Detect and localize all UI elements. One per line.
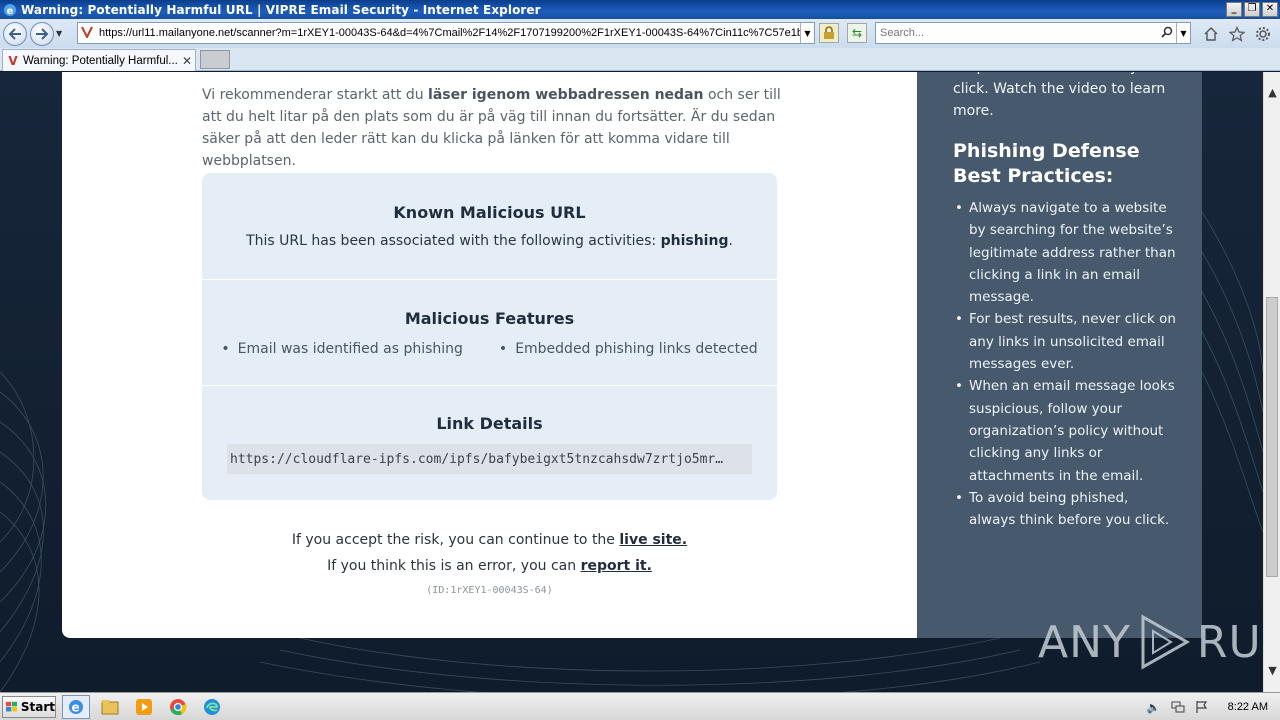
known-desc-text: This URL has been associated with the fo…: [246, 233, 661, 249]
minimize-button[interactable]: _: [1226, 2, 1242, 17]
feature-item: Embedded phishing links detected: [499, 341, 757, 357]
link-details-title: Link Details: [436, 414, 543, 433]
section-divider: [202, 385, 777, 386]
back-arrow-icon: [8, 27, 21, 40]
tab-label: Warning: Potentially Harmful...: [23, 54, 178, 67]
address-bar[interactable]: https://url11.mailanyone.net/scanner?m=1…: [77, 22, 815, 44]
internet-explorer-icon: e: [2, 2, 18, 18]
search-icon[interactable]: [1158, 26, 1176, 41]
address-dropdown-icon[interactable]: ▼: [800, 23, 814, 43]
window-title-bar: e Warning: Potentially Harmful URL | VIP…: [0, 0, 1280, 19]
watermark-right-text: RUN: [1196, 616, 1263, 668]
accept-risk-line: If you accept the risk, you can continue…: [62, 527, 917, 553]
taskbar-edge-icon[interactable]: [198, 695, 226, 719]
search-input[interactable]: [876, 27, 1158, 39]
known-desc-period: .: [728, 233, 733, 249]
restore-button[interactable]: ❐: [1244, 2, 1260, 17]
page-viewport: Vi rekommenderar starkt att du läser ige…: [0, 72, 1263, 692]
tip-item: To avoid being phished, always think bef…: [953, 487, 1178, 532]
system-tray: 🔈 8:22 AM: [1146, 693, 1280, 720]
back-button[interactable]: [3, 21, 27, 46]
clock[interactable]: 8:22 AM: [1228, 701, 1268, 713]
tip-item: For best results, never click on any lin…: [953, 308, 1178, 375]
sidebar-intro-text: suspicious emails before you click. Watc…: [953, 72, 1166, 119]
intro-emphasis: läser igenom webbadressen nedan: [428, 87, 704, 103]
intro-text: Vi rekommenderar starkt att du: [202, 87, 429, 103]
report-error-line: If you think this is an error, you can r…: [62, 553, 917, 579]
known-malicious-description: This URL has been associated with the fo…: [202, 233, 777, 249]
link-details-section: Link Details: [202, 414, 777, 433]
features-list: Email was identified as phishing Embedde…: [202, 341, 777, 357]
scan-id: (ID:1rXEY1-00043S-64): [426, 585, 553, 596]
vertical-scrollbar[interactable]: ▲ ▼: [1263, 72, 1280, 692]
scrollbar-thumb[interactable]: [1266, 297, 1278, 577]
volume-icon[interactable]: 🔈: [1146, 699, 1162, 715]
sidebar-heading: Phishing Defense Best Practices:: [953, 140, 1140, 187]
tab-bar: V Warning: Potentially Harmful... ✕: [0, 48, 1280, 71]
intro-paragraph: Vi rekommenderar starkt att du läser ige…: [202, 84, 782, 172]
history-dropdown-icon[interactable]: ▼: [56, 29, 66, 38]
search-dropdown-icon[interactable]: ▼: [1176, 23, 1190, 43]
malicious-features-section: Malicious Features Email was identified …: [202, 309, 777, 357]
vipre-favicon-icon: V: [8, 53, 18, 68]
navigation-bar: ▼ https://url11.mailanyone.net/scanner?m…: [0, 19, 1280, 48]
home-icon[interactable]: [1202, 25, 1220, 43]
action-center-flag-icon[interactable]: [1194, 699, 1210, 715]
network-icon[interactable]: [1170, 699, 1186, 715]
feature-item: Email was identified as phishing: [221, 341, 463, 357]
tips-list: Always navigate to a website by searchin…: [953, 197, 1178, 531]
report-error-text: If you think this is an error, you can: [327, 558, 581, 574]
threat-details-panel: Known Malicious URL This URL has been as…: [202, 173, 777, 500]
window-title: Warning: Potentially Harmful URL | VIPRE…: [21, 2, 541, 17]
svg-text:e: e: [72, 700, 80, 714]
start-button[interactable]: Start: [2, 695, 56, 718]
scroll-up-arrow-icon[interactable]: ▲: [1264, 84, 1280, 101]
search-box[interactable]: ▼: [875, 22, 1191, 44]
taskbar-internet-explorer-icon[interactable]: e: [62, 694, 90, 719]
risk-actions: If you accept the risk, you can continue…: [62, 527, 917, 579]
taskbar-file-explorer-icon[interactable]: [96, 695, 124, 719]
tip-item: Always navigate to a website by searchin…: [953, 197, 1178, 308]
report-it-link[interactable]: report it.: [581, 558, 652, 574]
refresh-icon[interactable]: ⇆: [847, 23, 867, 43]
svg-text:e: e: [7, 6, 14, 17]
settings-gear-icon[interactable]: [1254, 25, 1272, 43]
favorites-star-icon[interactable]: [1228, 25, 1246, 43]
watermark-left-text: ANY: [1038, 616, 1131, 668]
activity-phishing: phishing: [660, 233, 729, 249]
live-site-link[interactable]: live site.: [619, 532, 687, 548]
forward-arrow-icon: [36, 27, 49, 40]
anyrun-watermark: ANY RUN: [1038, 612, 1263, 672]
malicious-features-title: Malicious Features: [404, 309, 575, 328]
windows-logo-icon: [6, 701, 18, 711]
forward-button[interactable]: [30, 21, 54, 46]
scroll-down-arrow-icon[interactable]: ▼: [1264, 662, 1280, 679]
tab-warning[interactable]: V Warning: Potentially Harmful... ✕: [2, 49, 196, 71]
windows-taskbar: Start e 🔈 8:22 AM: [0, 692, 1280, 720]
site-favicon-icon: [78, 26, 96, 41]
accept-risk-text: If you accept the risk, you can continue…: [291, 532, 620, 548]
known-malicious-section: Known Malicious URL This URL has been as…: [202, 203, 777, 249]
section-divider: [202, 279, 777, 280]
warning-card: Vi rekommenderar starkt att du läser ige…: [62, 72, 917, 638]
close-tab-icon[interactable]: ✕: [179, 54, 195, 68]
best-practices-sidebar: suspicious emails before you click. Watc…: [917, 72, 1202, 638]
new-tab-button[interactable]: [200, 50, 230, 69]
close-window-button[interactable]: ✕: [1262, 2, 1278, 17]
play-triangle-icon: [1141, 614, 1190, 670]
start-label: Start: [20, 699, 55, 714]
link-url-box[interactable]: https://cloudflare-ipfs.com/ipfs/bafybei…: [227, 444, 752, 474]
tip-item: When an email message looks suspicious, …: [953, 375, 1178, 486]
known-malicious-title: Known Malicious URL: [393, 203, 586, 222]
taskbar-chrome-icon[interactable]: [164, 695, 192, 719]
address-url[interactable]: https://url11.mailanyone.net/scanner?m=1…: [96, 27, 800, 39]
taskbar-media-player-icon[interactable]: [130, 695, 158, 719]
security-lock-icon[interactable]: [819, 23, 839, 43]
